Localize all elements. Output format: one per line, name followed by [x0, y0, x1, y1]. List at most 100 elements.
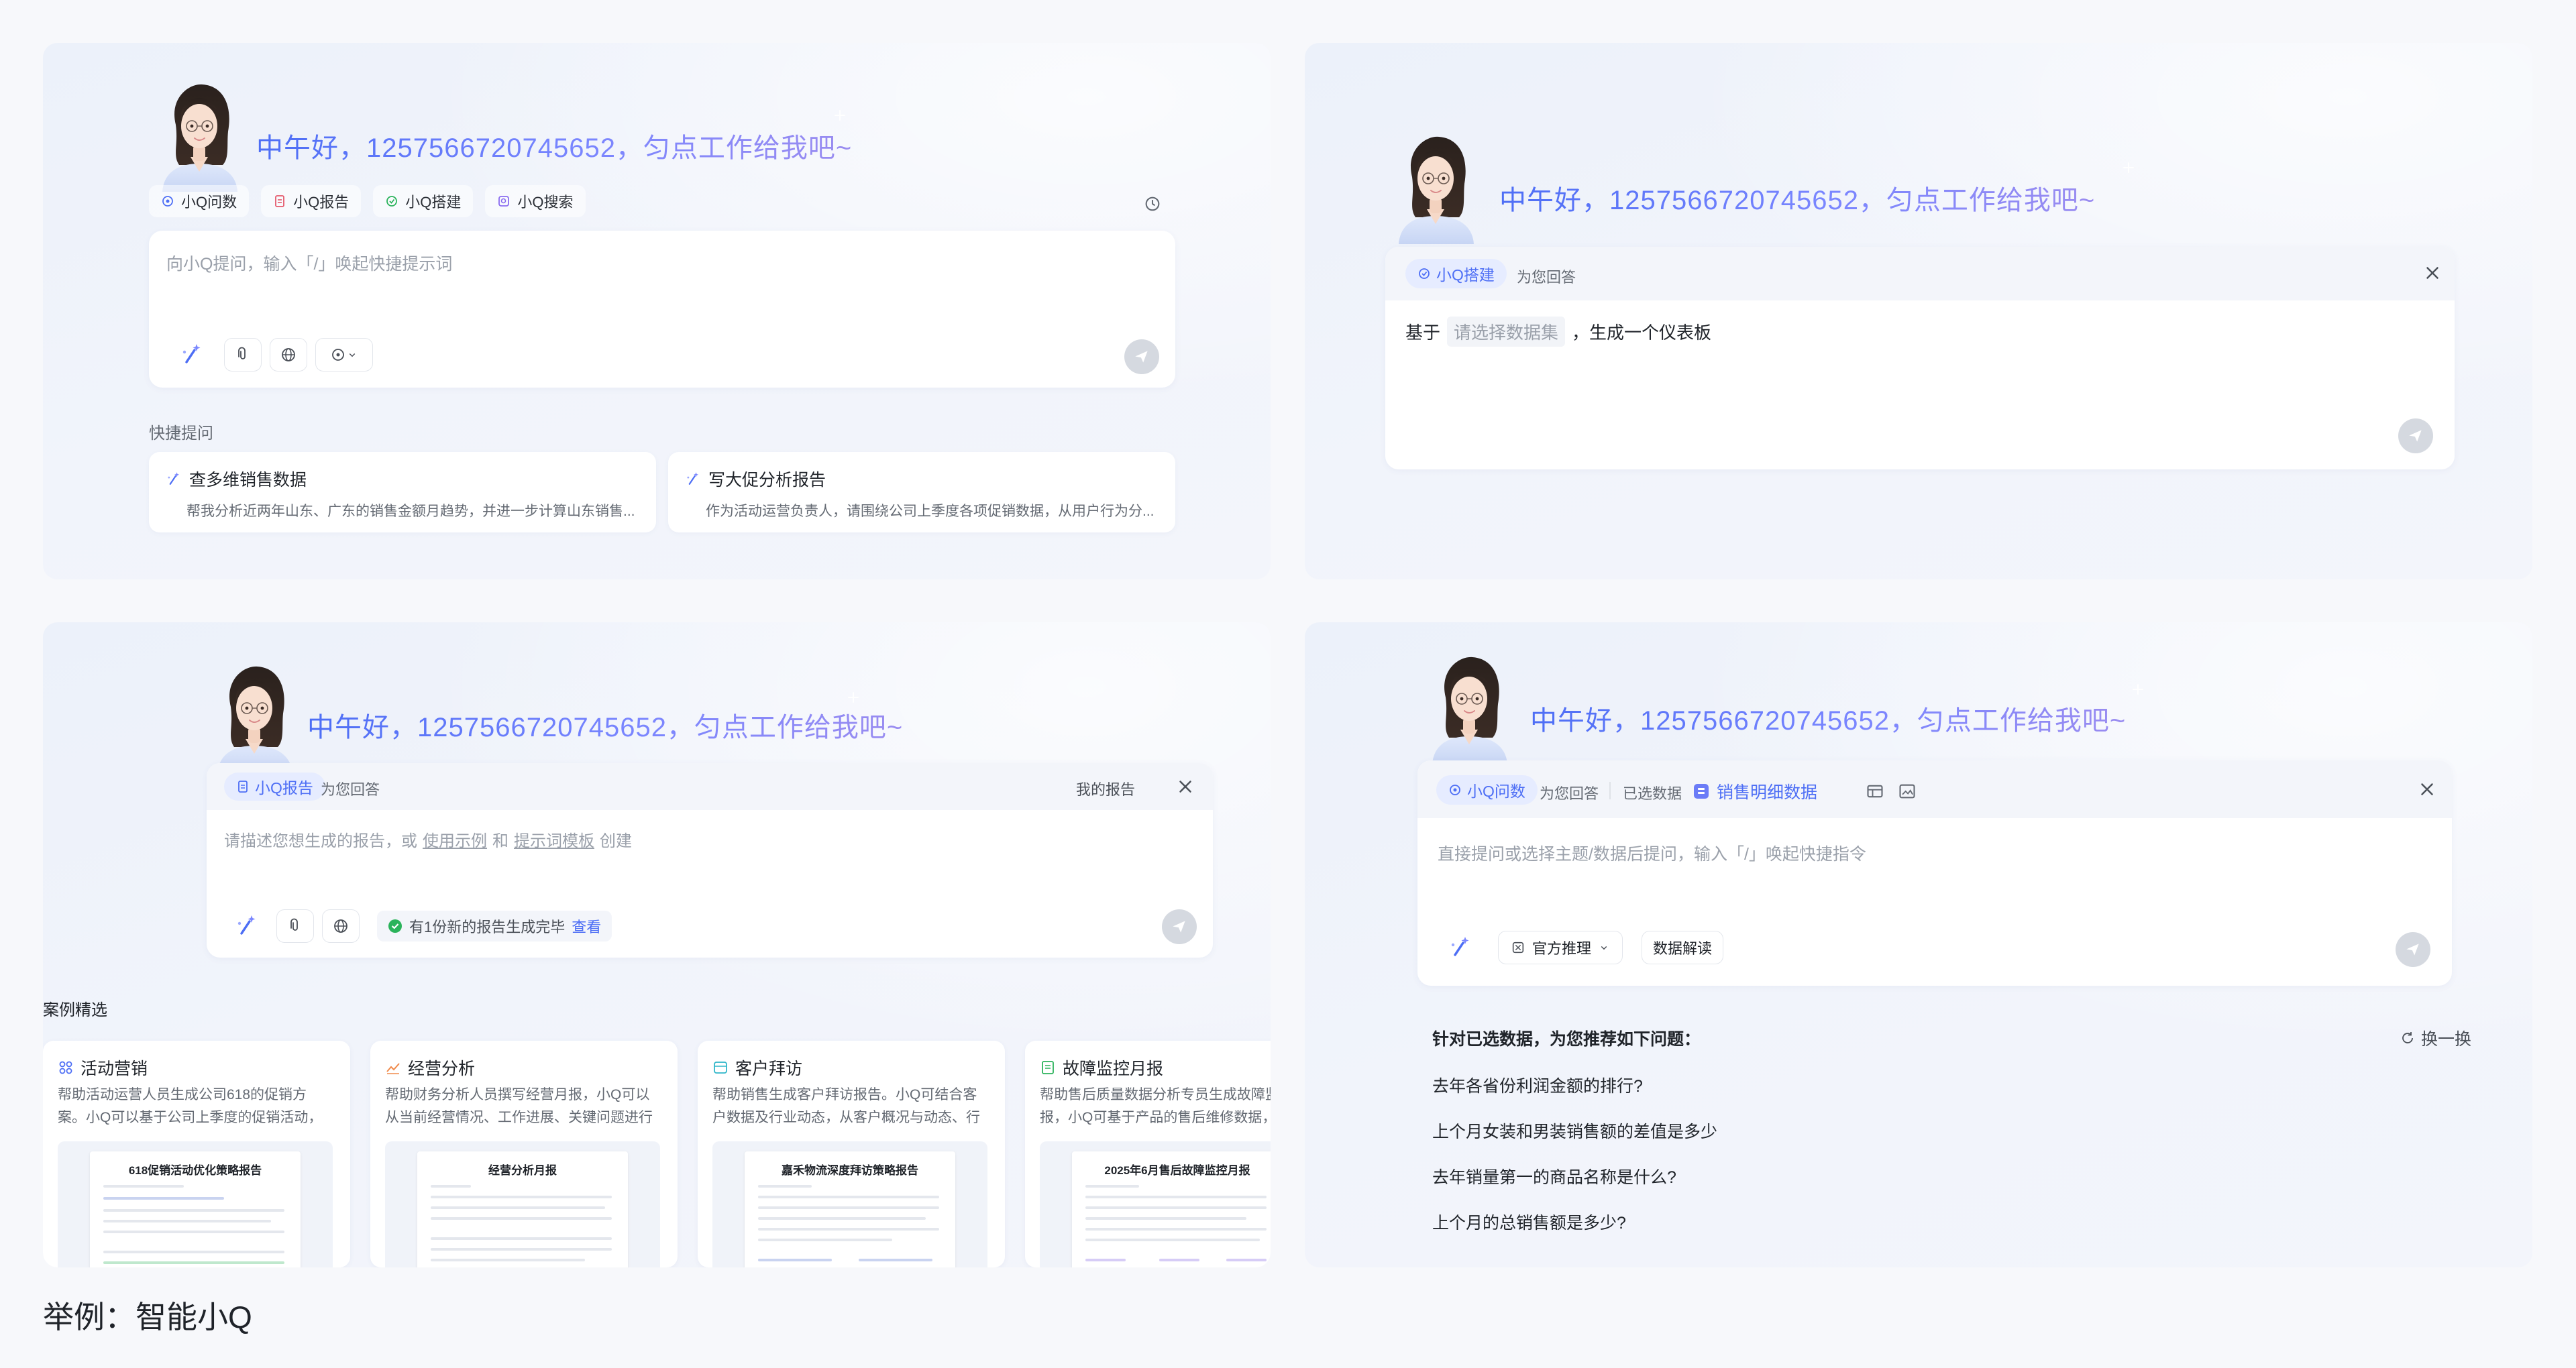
quick-question-title: 写大促分析报告: [708, 471, 826, 490]
send-button[interactable]: [1124, 339, 1159, 374]
attach-button[interactable]: [224, 338, 262, 372]
magic-wand-icon: [165, 470, 182, 488]
mode-tag-qa[interactable]: 小Q问数: [1436, 775, 1538, 805]
assistant-avatar: [1419, 650, 1519, 764]
greeting-text: 中午好，1257566720745652，匀点工作给我吧~: [1530, 699, 2126, 738]
report-icon: [275, 195, 285, 207]
web-search-button[interactable]: [270, 338, 307, 372]
sparkle-icon: [2123, 162, 2134, 173]
view-report-link[interactable]: 查看: [572, 915, 601, 937]
magic-wand-icon[interactable]: [233, 912, 260, 939]
send-icon: [1133, 348, 1150, 365]
prompt-template-link[interactable]: 提示词模板: [514, 828, 594, 851]
caption: 举例：智能小Q: [43, 1300, 252, 1334]
greeting-text: 中午好，1257566720745652，匀点工作给我吧~: [307, 705, 903, 744]
case-title: 活动营销: [80, 1060, 148, 1078]
chip-build[interactable]: 小Q搭建: [373, 185, 474, 217]
header-divider: [1609, 782, 1611, 799]
my-reports-link[interactable]: 我的报告: [1076, 778, 1135, 799]
selected-dataset[interactable]: 销售明细数据: [1693, 779, 1817, 803]
case-desc: 帮助财务分析人员撰写经营月报，小Q可以从当前经营情况、工作进展、关键问题进行归因…: [385, 1087, 653, 1125]
model-select-button[interactable]: [315, 338, 373, 372]
case-desc: 帮助售后质量数据分析专员生成故障监控月报，小Q可基于产品的售后维修数据，从...: [1040, 1087, 1271, 1125]
prompt-prefix: 基于: [1405, 323, 1441, 343]
recommended-question[interactable]: 去年销量第一的商品名称是什么?: [1432, 1164, 1676, 1188]
mode-tag-build[interactable]: 小Q搭建: [1405, 259, 1507, 288]
case-card[interactable]: 活动营销 帮助活动运营人员生成公司618的促销方案。小Q可以基于公司上季度的促销…: [43, 1041, 350, 1267]
close-icon[interactable]: [1175, 777, 1195, 797]
magic-wand-icon: [684, 470, 702, 488]
chip-report[interactable]: 小Q报告: [261, 185, 362, 217]
panel-ask-data: 中午好，1257566720745652，匀点工作给我吧~ 小Q问数 为您回答 …: [1305, 622, 2532, 1267]
refresh-button[interactable]: 换一换: [2400, 1026, 2471, 1050]
recommended-question[interactable]: 上个月女装和男装销售额的差值是多少: [1432, 1119, 1717, 1143]
chip-qa[interactable]: 小Q问数: [149, 185, 250, 217]
visit-icon: [714, 1062, 727, 1074]
report-icon: [238, 781, 248, 793]
recommended-question[interactable]: 上个月的总销售额是多少?: [1432, 1210, 1626, 1234]
mode-tag-label: 小Q搭建: [1436, 266, 1495, 284]
answer-for-you-text: 为您回答: [1540, 785, 1599, 802]
chip-label: 小Q搜索: [517, 194, 574, 211]
recommended-question[interactable]: 去年各省份利润金额的排行?: [1432, 1073, 1643, 1097]
panel-home: 中午好，1257566720745652，匀点工作给我吧~ 小Q问数 小Q报告 …: [43, 43, 1271, 579]
case-card[interactable]: 故障监控月报 帮助售后质量数据分析专员生成故障监控月报，小Q可基于产品的售后维修…: [1025, 1041, 1271, 1267]
case-card[interactable]: 客户拜访 帮助销售生成客户拜访报告。小Q可结合客户数据及行业动态，从客户概况与动…: [698, 1041, 1005, 1267]
quick-question-title: 查多维销售数据: [189, 471, 307, 490]
send-button[interactable]: [1162, 909, 1197, 944]
history-icon[interactable]: [1143, 194, 1162, 213]
greeting-text: 中午好，1257566720745652，匀点工作给我吧~: [256, 126, 852, 165]
case-doc-thumbnail: 嘉禾物流深度拜访策略报告: [745, 1151, 955, 1267]
doc-title: 经营分析月报: [488, 1164, 557, 1177]
close-icon[interactable]: [2422, 263, 2443, 283]
close-icon[interactable]: [2417, 779, 2437, 799]
build-input-card: 小Q搭建 为您回答 基于 请选择数据集 ，生成一个仪表板: [1385, 247, 2455, 469]
use-example-link[interactable]: 使用示例: [423, 828, 487, 851]
campaign-icon: [59, 1061, 72, 1074]
send-icon: [1171, 918, 1188, 935]
refresh-label: 换一换: [2421, 1030, 2472, 1049]
featured-cases-label: 案例精选: [43, 1001, 107, 1019]
sparkle-icon: [848, 692, 859, 703]
case-title-row: 客户拜访: [712, 1056, 802, 1080]
dataset-slot[interactable]: 请选择数据集: [1447, 317, 1566, 347]
image-view-icon[interactable]: [1898, 782, 1917, 801]
web-search-button[interactable]: [322, 909, 360, 943]
cube-icon: [1512, 942, 1524, 954]
monitor-icon: [1042, 1061, 1054, 1074]
report-input[interactable]: 请描述您想生成的报告，或 使用示例 和 提示词模板 创建: [224, 828, 632, 851]
send-icon: [2407, 427, 2424, 445]
official-reasoning-dropdown[interactable]: 官方推理: [1498, 931, 1623, 964]
quick-question-card[interactable]: 写大促分析报告 作为活动运营负责人，请围绕公司上季度各项促销数据，从用户行为分.…: [668, 452, 1175, 532]
chip-search[interactable]: 小Q搜索: [485, 185, 586, 217]
globe-icon: [333, 918, 349, 934]
attach-button[interactable]: [276, 909, 314, 943]
send-button[interactable]: [2396, 932, 2430, 967]
sparkle-icon: [835, 110, 845, 121]
magic-wand-icon[interactable]: [1447, 933, 1474, 960]
dataset-name: 销售明细数据: [1717, 783, 1818, 802]
model-icon: [332, 349, 344, 361]
assistant-avatar: [204, 660, 305, 774]
answer-for-you-text: 为您回答: [321, 781, 380, 798]
globe-icon: [280, 347, 297, 363]
answer-for-you-text: 为您回答: [1517, 269, 1576, 286]
quick-question-desc: 帮我分析近两年山东、广东的销售金额月趋势，并进一步计算山东销售...: [186, 504, 635, 519]
case-card[interactable]: 经营分析 帮助财务分析人员撰写经营月报，小Q可以从当前经营情况、工作进展、关键问…: [370, 1041, 678, 1267]
table-view-icon[interactable]: [1866, 782, 1884, 801]
case-title-row: 活动营销: [58, 1056, 148, 1080]
mode-tag-report[interactable]: 小Q报告: [224, 773, 325, 801]
data-interpret-button[interactable]: 数据解读: [1642, 931, 1724, 964]
chevron-down-icon: [349, 353, 356, 357]
ask-data-input[interactable]: 直接提问或选择主题/数据后提问，输入「/」唤起快捷指令: [1438, 841, 1866, 865]
chat-input[interactable]: 向小Q提问，输入「/」唤起快捷提示词: [166, 251, 452, 275]
quick-question-card[interactable]: 查多维销售数据 帮我分析近两年山东、广东的销售金额月趋势，并进一步计算山东销售.…: [149, 452, 656, 532]
report-ready-notice: 有1份新的报告生成完毕 查看: [377, 911, 612, 942]
send-button[interactable]: [2398, 418, 2433, 453]
case-doc-thumbnail: 618促销活动优化策略报告: [90, 1151, 301, 1267]
case-doc-thumbnail: 经营分析月报: [417, 1151, 628, 1267]
chip-label: 小Q报告: [293, 194, 350, 211]
magic-wand-icon[interactable]: [178, 341, 205, 367]
mode-chip-bar: 小Q问数 小Q报告 小Q搭建 小Q搜索: [149, 185, 586, 217]
doc-title: 618促销活动优化策略报告: [128, 1164, 262, 1177]
